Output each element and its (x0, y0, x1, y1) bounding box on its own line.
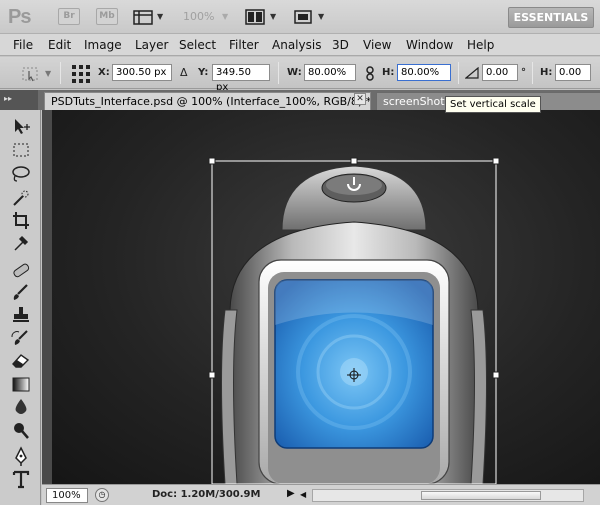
chevron-down-icon[interactable]: ▼ (270, 12, 276, 21)
marquee-icon[interactable] (9, 140, 33, 160)
h-label: H: (382, 67, 395, 78)
blur-icon[interactable] (9, 397, 33, 417)
menu-view[interactable]: View (363, 38, 391, 52)
spot-heal-icon[interactable] (9, 260, 33, 280)
y-label: Y: (198, 67, 209, 78)
rotate-input[interactable]: 0.00 (482, 64, 518, 81)
eraser-icon[interactable] (9, 350, 33, 370)
chevron-down-icon[interactable]: ▼ (222, 12, 228, 21)
brush-icon[interactable] (9, 282, 33, 302)
menu-layer[interactable]: Layer (135, 38, 168, 52)
tab-psdtuts-interface[interactable]: PSDTuts_Interface.psd @ 100% (Interface_… (44, 92, 371, 110)
menu-select[interactable]: Select (179, 38, 216, 52)
chevron-down-icon[interactable]: ▼ (318, 12, 324, 21)
y-position-input[interactable]: 349.50 px (212, 64, 270, 93)
menu-edit[interactable]: Edit (48, 38, 71, 52)
separator (458, 62, 459, 84)
launch-mini-bridge-button[interactable]: Mb (96, 8, 118, 25)
degree-unit: ° (521, 67, 526, 78)
status-bar: 100% ◷ Doc: 1.20M/300.9M ▶ ◀ (42, 484, 600, 505)
height-scale-input[interactable]: 80.00% (397, 64, 451, 81)
w-label: W: (287, 67, 302, 78)
menu-3d[interactable]: 3D (332, 38, 349, 52)
delta-icon[interactable]: Δ (180, 66, 188, 79)
gradient-icon[interactable] (9, 374, 33, 394)
rotate-angle-icon (465, 67, 479, 79)
screen-mode-icon[interactable] (293, 9, 315, 25)
menu-analysis[interactable]: Analysis (272, 38, 321, 52)
status-menu-arrow-icon[interactable]: ▶ (287, 488, 295, 499)
launch-bridge-button[interactable]: Br (58, 8, 80, 25)
chevron-down-icon[interactable]: ▼ (157, 12, 163, 21)
tool-preset-icon[interactable] (20, 65, 42, 83)
options-bar: ▼ X: 300.50 px Δ Y: 349.50 px W: 80.00% … (0, 57, 600, 93)
separator (60, 62, 61, 84)
link-icon[interactable] (365, 66, 375, 81)
close-icon[interactable]: ✕ (354, 93, 366, 105)
horizontal-scrollbar[interactable] (312, 489, 584, 502)
eyedropper-icon[interactable] (9, 233, 33, 253)
workspace-switcher-button[interactable]: ESSENTIALS (508, 7, 594, 28)
move-icon[interactable] (9, 116, 33, 136)
panel-grip-icon[interactable]: ▸▸ (0, 90, 38, 110)
menu-file[interactable]: File (13, 38, 33, 52)
menu-filter[interactable]: Filter (229, 38, 259, 52)
info-icon[interactable]: ◷ (95, 488, 109, 502)
type-icon[interactable] (9, 469, 33, 489)
history-brush-icon[interactable] (9, 328, 33, 348)
arrange-documents-icon[interactable] (245, 9, 267, 25)
hskew-label: H: (540, 67, 553, 78)
crop-icon[interactable] (9, 210, 33, 230)
tab-label: PSDTuts_Interface.psd @ 100% (Interface_… (51, 95, 371, 108)
application-bar: Ps Br Mb ▼ 100% ▼ ▼ ▼ ESSENTIALS (0, 0, 600, 34)
view-extras-icon[interactable] (133, 9, 155, 25)
menu-bar: File Edit Image Layer Select Filter Anal… (0, 34, 600, 56)
zoom-field[interactable]: 100% (46, 488, 88, 503)
scroll-left-icon[interactable]: ◀ (300, 490, 306, 499)
chevron-down-icon[interactable]: ▼ (45, 69, 51, 78)
separator (532, 62, 533, 84)
horizontal-skew-input[interactable]: 0.00 (555, 64, 591, 81)
x-position-input[interactable]: 300.50 px (112, 64, 172, 81)
x-label: X: (98, 67, 110, 78)
menu-image[interactable]: Image (84, 38, 122, 52)
lasso-icon[interactable] (9, 164, 33, 184)
reference-point-icon[interactable] (71, 64, 91, 84)
menu-window[interactable]: Window (406, 38, 453, 52)
device-artwork (208, 157, 500, 484)
pen-icon[interactable] (9, 446, 33, 466)
zoom-level-menu[interactable]: 100% (183, 10, 214, 23)
document-size-info: Doc: 1.20M/300.9M (152, 489, 261, 500)
clone-stamp-icon[interactable] (9, 305, 33, 325)
photoshop-logo: Ps (8, 6, 31, 28)
menu-help[interactable]: Help (467, 38, 494, 52)
scrollbar-thumb[interactable] (421, 491, 541, 500)
separator (278, 62, 279, 84)
tooltip: Set vertical scale (445, 96, 541, 113)
quick-select-icon[interactable] (9, 188, 33, 208)
dodge-icon[interactable] (9, 420, 33, 440)
tools-panel (0, 110, 41, 505)
document-canvas[interactable] (42, 110, 600, 484)
width-scale-input[interactable]: 80.00% (304, 64, 356, 81)
